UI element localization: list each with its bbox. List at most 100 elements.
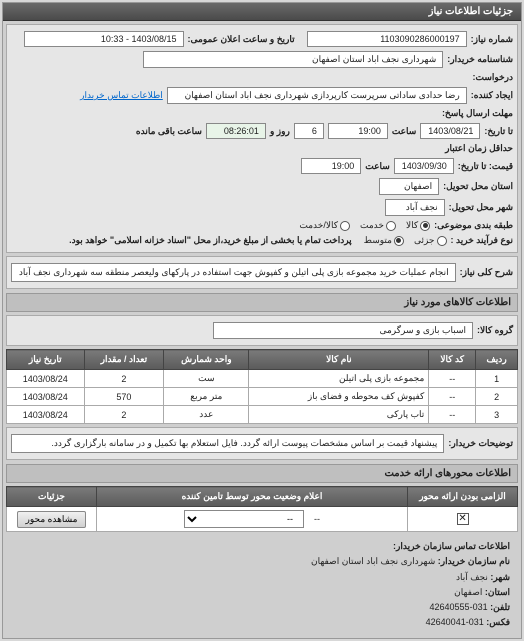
announce-label: تاریخ و ساعت اعلان عمومی: — [188, 34, 295, 45]
announce-value: 1403/08/15 - 10:33 — [24, 31, 184, 47]
th-code: کد کالا — [429, 350, 476, 370]
cell-unit: متر مربع — [164, 388, 249, 406]
th-unit: واحد شمارش — [164, 350, 249, 370]
cell-unit: ست — [164, 370, 249, 388]
info-section: شماره نیاز: 1103090286000197 تاریخ و ساع… — [6, 24, 518, 253]
axis-header: اطلاعات محورهای ارائه خدمت — [6, 464, 518, 483]
need-desc-section: شرح کلی نیاز: انجام عملیات خرید مجموعه ب… — [6, 256, 518, 289]
buyer-notes-value: پیشنهاد قیمت بر اساس مشخصات پیوست ارائه … — [11, 434, 444, 453]
cell-row: 1 — [476, 370, 518, 388]
org-value: شهرداری نجف اباد استان اصفهان — [311, 556, 435, 566]
price-validity-time: 19:00 — [301, 158, 361, 174]
axis-table: الزامی بودن ارائه محور اعلام وضعیت محور … — [6, 486, 518, 532]
radio-icon — [420, 221, 430, 231]
goods-group-value: اسباب بازی و سرگرمی — [213, 322, 473, 339]
time-label-2: ساعت — [365, 161, 390, 172]
axis-row: -- -- مشاهده محور — [7, 507, 518, 532]
view-axis-button[interactable]: مشاهده محور — [17, 511, 87, 528]
category-mixed[interactable]: کالا/خدمت — [299, 220, 350, 231]
th-name: نام کالا — [249, 350, 429, 370]
main-panel: جزئیات اطلاعات نیاز شماره نیاز: 11030902… — [2, 2, 522, 639]
delivery-province: اصفهان — [379, 178, 439, 195]
remaining-label: ساعت باقی مانده — [136, 126, 202, 137]
request-label: درخواست: — [473, 72, 513, 83]
cell-qty: 570 — [84, 388, 164, 406]
phone-value: 031-42640555 — [430, 602, 488, 612]
cell-status: -- -- — [97, 507, 408, 532]
radio-icon — [394, 236, 404, 246]
creator-value: رضا حدادی ساداتی سرپرست کارپردازی شهردار… — [167, 87, 467, 104]
cell-name: تاب پارکی — [249, 406, 429, 424]
cell-row: 2 — [476, 388, 518, 406]
deadline-send-label: مهلت ارسال پاسخ: — [442, 108, 513, 119]
cell-name: کفپوش کف محوطه و فضای باز — [249, 388, 429, 406]
need-desc-label: شرح کلی نیاز: — [460, 267, 513, 278]
buyer-notes-section: توضیحات خریدار: پیشنهاد قیمت بر اساس مشخ… — [6, 427, 518, 460]
cell-code: -- — [429, 388, 476, 406]
phone-label: تلفن: — [490, 602, 510, 612]
cell-date: 1403/08/24 — [7, 370, 85, 388]
mandatory-checkbox[interactable] — [457, 513, 469, 525]
cell-code: -- — [429, 406, 476, 424]
buyer-notes-label: توضیحات خریدار: — [448, 438, 513, 449]
purchase-medium[interactable]: متوسط — [364, 235, 404, 246]
contact-block: اطلاعات تماس سازمان خریدار: نام سازمان خ… — [6, 535, 518, 635]
purchase-small[interactable]: جزئی — [414, 235, 447, 246]
table-row: 2 -- کفپوش کف محوطه و فضای باز متر مربع … — [7, 388, 518, 406]
need-desc-value: انجام عملیات خرید مجموعه بازی پلی اتیلن … — [11, 263, 456, 282]
th-mandatory: الزامی بودن ارائه محور — [408, 487, 518, 507]
creator-label: ایجاد کننده: — [471, 90, 513, 101]
fax-label: فکس: — [486, 617, 510, 627]
buyer-contact-link[interactable]: اطلاعات تماس خریدار — [80, 90, 163, 101]
table-row: 3 -- تاب پارکی عدد 2 1403/08/24 — [7, 406, 518, 424]
th-date: تاریخ نیاز — [7, 350, 85, 370]
remaining-days-label: روز و — [270, 126, 290, 137]
remaining-time: 08:26:01 — [206, 123, 266, 139]
cell-mandatory — [408, 507, 518, 532]
category-goods[interactable]: کالا — [406, 220, 430, 231]
status-text: -- — [314, 514, 320, 524]
fax-value: 031-42640041 — [426, 617, 484, 627]
contact-header: اطلاعات تماس سازمان خریدار: — [393, 541, 510, 551]
payment-note: پرداخت تمام یا بخشی از مبلغ خرید،از محل … — [69, 235, 352, 246]
remaining-days: 6 — [294, 123, 324, 139]
org-label: نام سازمان خریدار: — [438, 556, 510, 566]
buyer-name-value: شهرداری نجف اباد استان اصفهان — [143, 51, 443, 68]
goods-group-label: گروه کالا: — [477, 325, 513, 336]
category-goods-label: کالا — [406, 220, 418, 231]
cell-details: مشاهده محور — [7, 507, 97, 532]
th-row: ردیف — [476, 350, 518, 370]
th-details: جزئیات — [7, 487, 97, 507]
cell-row: 3 — [476, 406, 518, 424]
category-radio-group: کالا خدمت کالا/خدمت — [299, 220, 430, 231]
delivery-city-label: شهر محل تحویل: — [449, 202, 513, 213]
category-service[interactable]: خدمت — [360, 220, 396, 231]
purchase-type-radio-group: جزئی متوسط — [364, 235, 447, 246]
delivery-city: نجف آباد — [385, 199, 445, 216]
radio-icon — [386, 221, 396, 231]
need-no-value: 1103090286000197 — [307, 31, 467, 47]
price-validity-date: 1403/09/30 — [394, 158, 454, 174]
cell-qty: 2 — [84, 370, 164, 388]
price-validity-label: حداقل زمان اعتبار — [445, 143, 513, 154]
deadline-time: 19:00 — [328, 123, 388, 139]
category-label: طبقه بندی موضوعی: — [434, 220, 513, 231]
purchase-small-label: جزئی — [414, 235, 435, 246]
purchase-type-label: نوع فرآیند خرید : — [451, 235, 514, 246]
category-mixed-label: کالا/خدمت — [299, 220, 338, 231]
deadline-suffix: تا تاریخ: — [484, 126, 513, 137]
cell-name: مجموعه بازی پلی اتیلن — [249, 370, 429, 388]
th-qty: تعداد / مقدار — [84, 350, 164, 370]
goods-header: اطلاعات کالاهای مورد نیاز — [6, 293, 518, 312]
cell-unit: عدد — [164, 406, 249, 424]
city-label: شهر: — [490, 572, 510, 582]
deadline-date: 1403/08/21 — [420, 123, 480, 139]
cell-date: 1403/08/24 — [7, 388, 85, 406]
cell-date: 1403/08/24 — [7, 406, 85, 424]
province-label: استان: — [485, 587, 510, 597]
status-select[interactable]: -- — [184, 510, 304, 528]
price-validity-suffix: قیمت: تا تاریخ: — [458, 161, 513, 172]
category-service-label: خدمت — [360, 220, 384, 231]
province-value: اصفهان — [454, 587, 482, 597]
buyer-name-label: شناسنامه خریدار: — [447, 54, 513, 65]
